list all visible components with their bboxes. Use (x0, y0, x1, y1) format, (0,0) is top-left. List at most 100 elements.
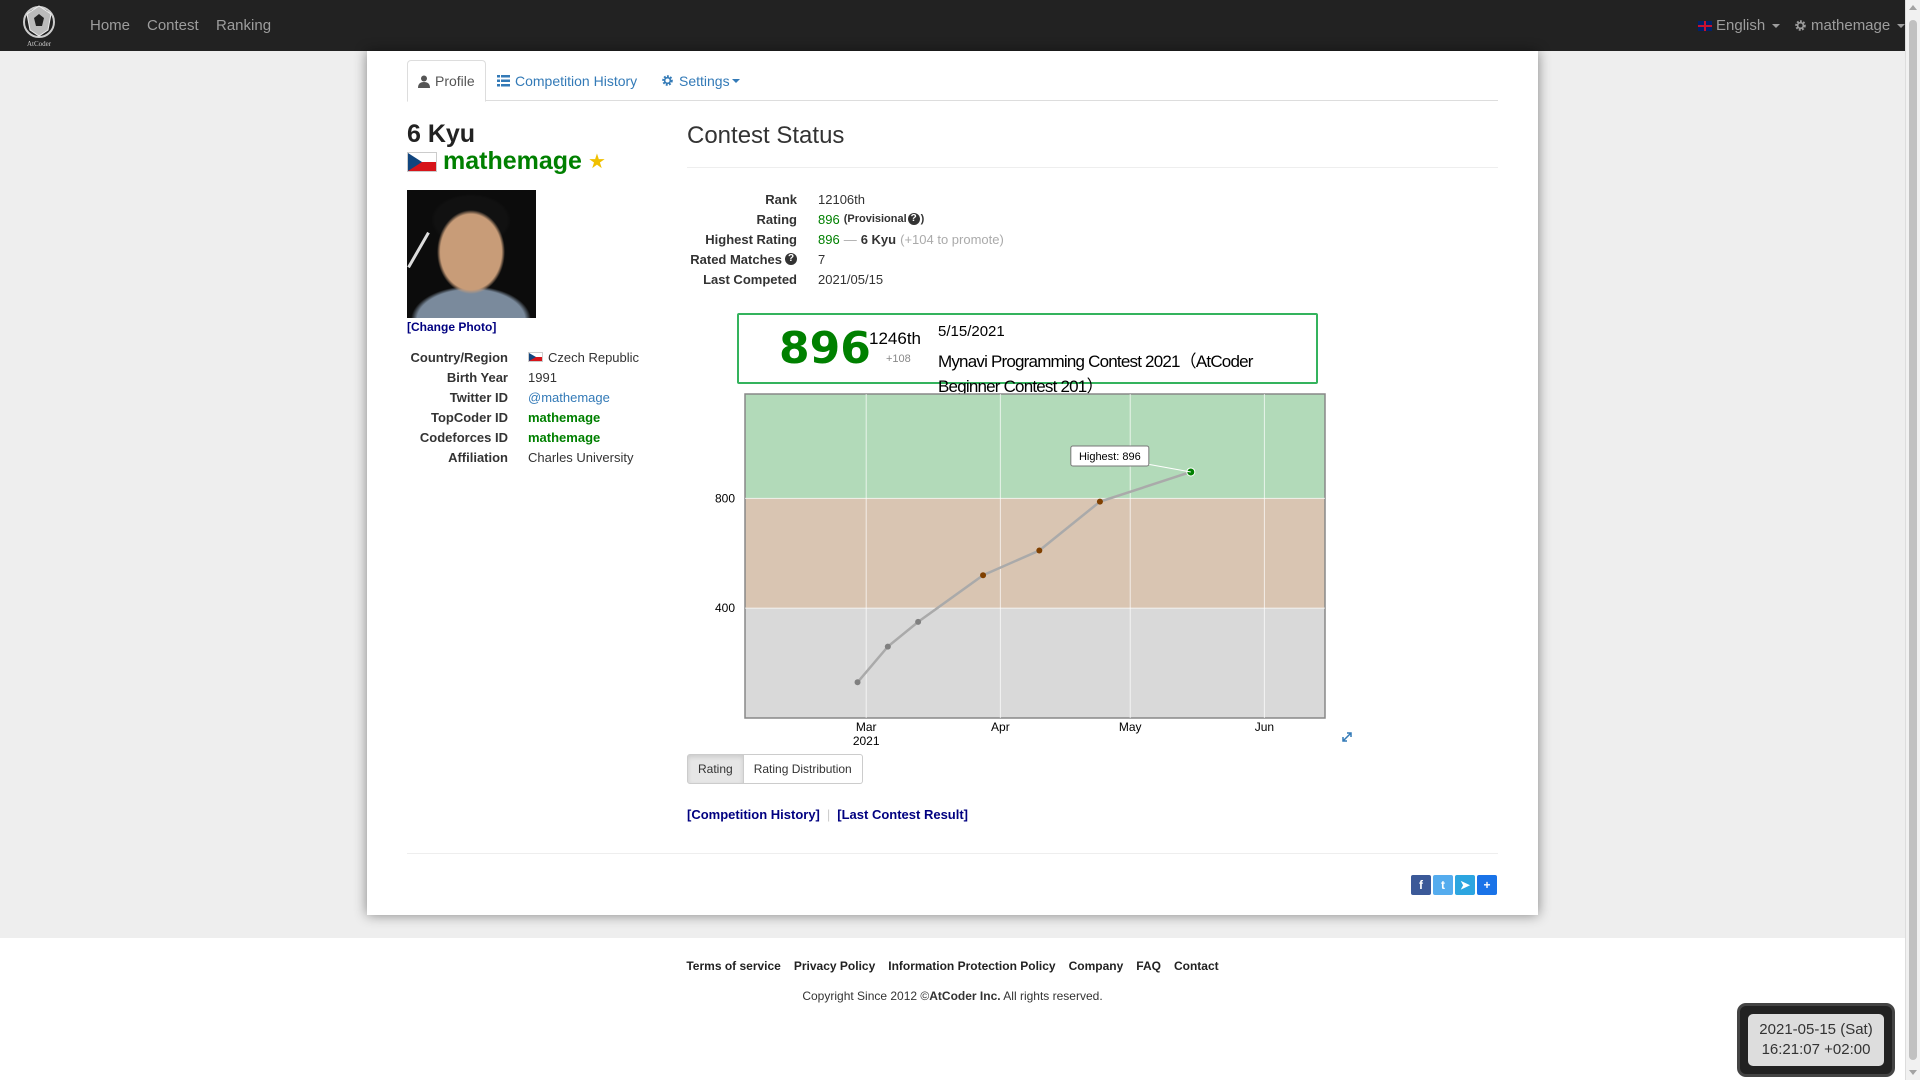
status-label: Rating (756, 211, 797, 227)
info-label: Country/Region (410, 349, 509, 365)
copyright-company: AtCoder Inc. (929, 989, 1001, 1003)
rating-band-2 (745, 394, 1325, 499)
copyright-suffix: All rights reserved. (1000, 989, 1103, 1003)
twitter-link[interactable]: @mathemage (528, 390, 610, 405)
terms-link[interactable]: Terms of service (686, 959, 781, 973)
history-links: [Competition History] | [Last Contest Re… (687, 807, 968, 822)
list-icon (497, 74, 510, 86)
brand-text: AtCoder (27, 40, 52, 48)
atcoder-logo[interactable]: AtCoder (12, 2, 66, 48)
divider (687, 167, 1498, 168)
status-row-rank: Rank 12106th (687, 189, 1004, 209)
status-label: Highest Rating (705, 231, 797, 247)
facebook-share-icon[interactable]: f (1411, 875, 1431, 895)
topcoder-link[interactable]: mathemage (528, 410, 600, 425)
info-row-country: Country/Region Czech Republic (407, 347, 640, 367)
tab-settings[interactable]: Settings (651, 60, 750, 101)
rating-value: 896 (818, 211, 840, 227)
privacy-link[interactable]: Privacy Policy (794, 959, 875, 973)
x-tick-label: May (1119, 720, 1142, 734)
rating-chart[interactable]: Mar Apr May Jun 2021 400 800 Highest: 896 (687, 384, 1517, 754)
rating-graph-button[interactable]: Rating (687, 754, 744, 784)
tab-settings-label: Settings (679, 72, 730, 89)
faq-link[interactable]: FAQ (1136, 959, 1161, 973)
change-photo-link[interactable]: [Change Photo] (407, 320, 496, 334)
last-contest-result-link[interactable]: [Last Contest Result] (837, 807, 968, 822)
latest-rating: 896 (779, 323, 871, 374)
telegram-share-icon[interactable]: ➤ (1455, 875, 1475, 895)
czech-flag-icon (407, 151, 437, 172)
info-label: Affiliation (448, 449, 508, 465)
rating-point (1096, 498, 1103, 505)
username-link[interactable]: mathemage (443, 147, 582, 176)
information-protection-link[interactable]: Information Protection Policy (888, 959, 1055, 973)
nav-contest-link[interactable]: Contest (147, 17, 199, 34)
rating-band-0 (745, 608, 1325, 718)
codeforces-link[interactable]: mathemage (528, 430, 600, 445)
status-row-matches: Rated Matches ? 7 (687, 249, 1004, 269)
competition-history-link[interactable]: [Competition History] (687, 807, 820, 822)
clock-display: 2021-05-15 (Sat) 16:21:07 +02:00 (1748, 1014, 1884, 1066)
profile-tabs: Profile Competition History Settings (407, 60, 1498, 102)
x-tick-year: 2021 (853, 734, 880, 748)
tab-profile[interactable]: Profile (407, 60, 486, 102)
y-tick-label: 800 (715, 491, 735, 505)
status-row-highest: Highest Rating 896 — 6 Kyu (+104 to prom… (687, 229, 1004, 249)
contact-link[interactable]: Contact (1174, 959, 1219, 973)
question-icon[interactable]: ? (907, 213, 920, 225)
addtoany-share-icon[interactable]: + (1477, 875, 1497, 895)
status-row-last: Last Competed 2021/05/15 (687, 269, 1004, 289)
company-link[interactable]: Company (1069, 959, 1124, 973)
scroll-up-icon[interactable] (1909, 5, 1917, 10)
scroll-down-icon[interactable] (1909, 1070, 1917, 1075)
info-row-twitter: Twitter ID @mathemage (407, 387, 639, 407)
provisional-close: ) (920, 213, 925, 225)
tab-profile-label: Profile (435, 73, 475, 89)
rating-distribution-button[interactable]: Rating Distribution (743, 754, 863, 784)
user-dropdown[interactable]: mathemage (1794, 17, 1906, 34)
tab-competition-history[interactable]: Competition History (487, 60, 647, 101)
czech-flag-icon (528, 352, 543, 362)
rating-point (1186, 467, 1196, 477)
highest-rating-value: 896 (818, 231, 840, 247)
latest-date: 5/15/2021 (938, 323, 1005, 340)
expand-icon[interactable] (1342, 732, 1352, 742)
rating-point (884, 643, 891, 650)
info-label: Twitter ID (449, 389, 508, 405)
user-menu-label: mathemage (1811, 17, 1891, 34)
nav-home-link[interactable]: Home (90, 17, 130, 34)
footer: Terms of service Privacy Policy Informat… (0, 938, 1905, 1080)
graph-toggle-group: Rating Rating Distribution (687, 754, 863, 784)
highest-kyu: 6 Kyu (860, 231, 897, 247)
info-label: TopCoder ID (430, 409, 508, 425)
latest-contest-box: 896 1246th +108 5/15/2021 Mynavi Program… (737, 313, 1318, 396)
to-promote: (+104 to promote) (900, 231, 1004, 247)
provisional-label: (Provisional ? ) (843, 213, 925, 225)
twitter-share-icon[interactable]: t (1433, 875, 1453, 895)
chevron-down-icon (731, 78, 740, 83)
nav-ranking-link[interactable]: Ranking (216, 17, 271, 34)
info-label: Birth Year (446, 369, 508, 385)
question-icon[interactable]: ? (785, 253, 797, 265)
language-label: English (1716, 17, 1766, 34)
rating-value-cell: 896 (Provisional ? ) (818, 212, 924, 227)
profile-info-table: Country/Region Czech Republic Birth Year… (407, 347, 640, 467)
page-scrollbar[interactable] (1905, 0, 1920, 1080)
info-row-codeforces: Codeforces ID mathemage (407, 427, 639, 447)
contest-status-table: Rank 12106th Rating 896 (Provisional ? )… (687, 189, 1004, 289)
language-dropdown[interactable]: English (1698, 17, 1781, 34)
info-row-birth-year: Birth Year 1991 (407, 367, 639, 387)
divider (407, 853, 1498, 854)
country-link[interactable]: Czech Republic (548, 350, 639, 365)
info-row-topcoder: TopCoder ID mathemage (407, 407, 639, 427)
matches-value: 7 (818, 251, 826, 267)
provisional-text: (Provisional (843, 213, 907, 225)
scrollbar-thumb[interactable] (1909, 20, 1917, 1060)
highest-value-cell: 896 — 6 Kyu (+104 to promote) (818, 232, 1004, 247)
rating-point (1036, 547, 1043, 554)
top-navbar: AtCoder Home Contest Ranking English mat… (0, 0, 1906, 51)
username-row: mathemage ★ (407, 147, 606, 176)
rank-value: 12106th (818, 191, 865, 207)
main-panel: Profile Competition History Settings 6 K… (367, 51, 1538, 915)
x-tick-label: Apr (991, 720, 1010, 734)
